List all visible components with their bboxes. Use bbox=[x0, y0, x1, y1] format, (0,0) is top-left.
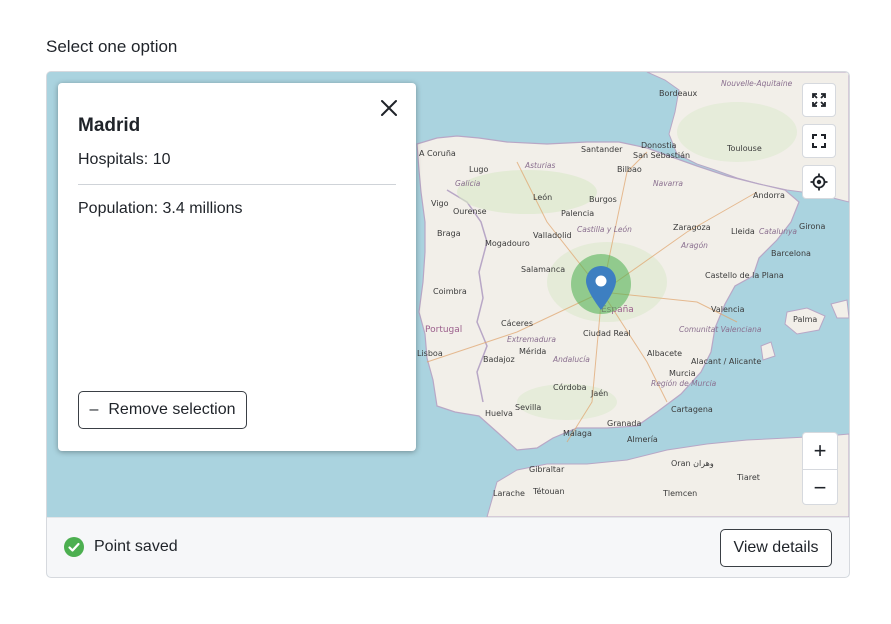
map-label: Barcelona bbox=[771, 249, 811, 258]
map-label: Ciudad Real bbox=[583, 329, 631, 338]
map-label: Salamanca bbox=[521, 265, 565, 274]
map-label: Burgos bbox=[589, 195, 617, 204]
map-label: Tlemcen bbox=[662, 489, 697, 498]
map-label: Larache bbox=[493, 489, 525, 498]
map-label: Sevilla bbox=[515, 403, 541, 412]
map-label: Región de Murcia bbox=[651, 379, 717, 388]
map-label: Málaga bbox=[563, 429, 592, 438]
prompt-label: Select one option bbox=[46, 37, 178, 56]
map-label: Ourense bbox=[453, 207, 487, 216]
zoom-out-button[interactable]: − bbox=[803, 470, 837, 506]
fullscreen-icon bbox=[812, 134, 826, 148]
map-label: Tétouan bbox=[532, 486, 565, 496]
map-label: Lisboa bbox=[417, 349, 443, 358]
map-label: Castello de la Plana bbox=[705, 271, 784, 280]
map-label: Cartagena bbox=[671, 405, 713, 414]
map-label: Catalunya bbox=[759, 227, 797, 236]
map-canvas[interactable]: Bordeaux Nouvelle-Aquitaine Toulouse And… bbox=[47, 72, 849, 517]
map-label: Andalucía bbox=[552, 355, 590, 364]
map-label: Asturias bbox=[524, 161, 555, 170]
map-label: Galicia bbox=[455, 179, 481, 188]
map-label: Oran وهران bbox=[671, 459, 714, 468]
minus-icon: – bbox=[89, 401, 99, 418]
map-footer: Point saved View details bbox=[47, 517, 849, 577]
locate-button[interactable] bbox=[802, 165, 836, 199]
map-label: Palma bbox=[793, 315, 817, 324]
map-label: Albacete bbox=[647, 349, 682, 358]
map-label: Alacant / Alicante bbox=[691, 357, 761, 366]
map-label: Coimbra bbox=[433, 287, 467, 296]
map-label: San Sebastián bbox=[633, 151, 690, 160]
popup-divider bbox=[78, 184, 396, 185]
map-label: Andorra bbox=[753, 191, 785, 200]
popup-hospitals: Hospitals: 10 bbox=[78, 151, 171, 168]
view-details-button[interactable]: View details bbox=[720, 529, 832, 567]
minus-icon: − bbox=[813, 475, 827, 500]
map-label: Nouvelle-Aquitaine bbox=[721, 79, 793, 88]
map-label: Zaragoza bbox=[673, 223, 711, 232]
map-label: Santander bbox=[581, 145, 623, 154]
status-text: Point saved bbox=[94, 538, 178, 555]
map-label: Portugal bbox=[425, 325, 462, 335]
map-label: Braga bbox=[437, 229, 461, 238]
remove-selection-label: Remove selection bbox=[108, 401, 236, 418]
map-label: Comunitat Valenciana bbox=[679, 325, 762, 334]
check-circle-icon bbox=[64, 537, 84, 557]
location-popup: Madrid Hospitals: 10 Population: 3.4 mil… bbox=[58, 83, 416, 451]
map-label: Cáceres bbox=[501, 319, 533, 328]
map-label: Huelva bbox=[485, 409, 513, 418]
map-label: Córdoba bbox=[553, 382, 587, 392]
map-label: Badajoz bbox=[483, 355, 515, 364]
map-label: Lugo bbox=[469, 165, 488, 174]
map-label: Vigo bbox=[431, 199, 449, 208]
map-label: Tiaret bbox=[736, 473, 760, 482]
map-label: Toulouse bbox=[726, 144, 762, 153]
map-label: Murcia bbox=[669, 369, 696, 378]
map-label: Donostia bbox=[641, 141, 677, 150]
popup-title: Madrid bbox=[78, 115, 141, 136]
map-label: Extremadura bbox=[507, 335, 556, 344]
close-icon[interactable] bbox=[376, 95, 402, 121]
map-label: Palencia bbox=[561, 209, 594, 218]
map-label: Castilla y León bbox=[577, 225, 632, 234]
zoom-control: + − bbox=[802, 432, 838, 505]
map-label: Aragón bbox=[680, 241, 708, 250]
map-label: Valladolid bbox=[533, 231, 572, 240]
map-label: Valencia bbox=[711, 305, 745, 314]
map-label: León bbox=[533, 192, 552, 202]
popup-population: Population: 3.4 millions bbox=[78, 200, 243, 217]
map-label: Jaén bbox=[590, 388, 608, 398]
remove-selection-button[interactable]: – Remove selection bbox=[78, 391, 247, 429]
map-label: Gibraltar bbox=[529, 465, 565, 474]
locate-icon bbox=[810, 173, 828, 191]
zoom-in-button[interactable]: + bbox=[803, 433, 837, 469]
map-label: Navarra bbox=[653, 179, 683, 188]
map-label: Lleida bbox=[731, 227, 755, 236]
map-widget: Bordeaux Nouvelle-Aquitaine Toulouse And… bbox=[46, 71, 850, 578]
expand-button[interactable] bbox=[802, 83, 836, 117]
map-label: Almería bbox=[627, 435, 658, 444]
map-label: Bordeaux bbox=[659, 89, 698, 98]
map-label: Bilbao bbox=[617, 165, 642, 174]
expand-icon bbox=[812, 93, 826, 107]
fullscreen-button[interactable] bbox=[802, 124, 836, 158]
map-label: Girona bbox=[799, 222, 826, 231]
map-label: Mérida bbox=[519, 346, 546, 356]
plus-icon: + bbox=[813, 438, 827, 463]
map-label: A Coruña bbox=[419, 149, 456, 158]
map-label: Mogadouro bbox=[485, 239, 530, 248]
map-label: Granada bbox=[607, 419, 641, 428]
